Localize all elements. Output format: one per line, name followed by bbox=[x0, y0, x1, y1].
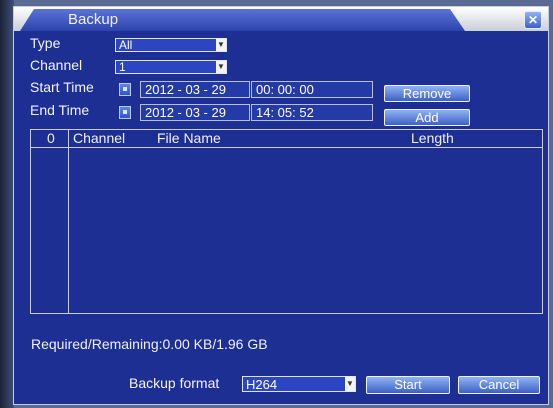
add-button[interactable]: Add bbox=[384, 109, 470, 126]
end-time-label: End Time bbox=[30, 102, 90, 118]
channel-select[interactable]: 1 ▼ bbox=[115, 60, 227, 74]
backup-file-table[interactable]: 0 Channel File Name Length bbox=[30, 129, 543, 314]
chevron-down-icon: ▼ bbox=[216, 39, 226, 51]
channel-value: 1 bbox=[119, 60, 126, 74]
storage-status: Required/Remaining:0.00 KB/1.96 GB bbox=[31, 336, 268, 352]
cancel-button[interactable]: Cancel bbox=[458, 376, 540, 394]
column-header-file-name: File Name bbox=[157, 130, 221, 146]
type-select[interactable]: All ▼ bbox=[115, 38, 227, 52]
column-header-channel: Channel bbox=[73, 130, 126, 146]
backup-format-select[interactable]: H264 ▼ bbox=[242, 376, 356, 392]
chevron-down-icon: ▼ bbox=[345, 377, 355, 391]
type-label: Type bbox=[30, 35, 61, 51]
left-frame-edge bbox=[0, 0, 14, 408]
column-divider bbox=[68, 130, 69, 313]
end-time-field[interactable]: 14: 05: 52 bbox=[251, 104, 373, 121]
end-date-field[interactable]: 2012 - 03 - 29 bbox=[140, 104, 250, 121]
close-icon[interactable]: ✕ bbox=[524, 11, 542, 29]
calendar-icon[interactable] bbox=[119, 106, 131, 119]
column-header-length: Length bbox=[411, 130, 454, 146]
remove-button[interactable]: Remove bbox=[384, 85, 470, 102]
start-time-label: Start Time bbox=[30, 79, 94, 95]
start-date-field[interactable]: 2012 - 03 - 29 bbox=[140, 81, 250, 98]
column-header-index: 0 bbox=[47, 130, 55, 146]
title-bar: Backup ✕ bbox=[14, 7, 548, 31]
type-value: All bbox=[119, 38, 133, 52]
backup-format-label: Backup format bbox=[129, 375, 220, 391]
start-time-field[interactable]: 00: 00: 00 bbox=[251, 81, 373, 98]
dialog-title: Backup bbox=[68, 11, 119, 28]
channel-label: Channel bbox=[30, 57, 83, 73]
start-button[interactable]: Start bbox=[366, 376, 450, 394]
calendar-icon[interactable] bbox=[119, 83, 131, 96]
backup-format-value: H264 bbox=[246, 377, 278, 392]
backup-dialog: Backup ✕ Type All ▼ Channel 1 ▼ Start Ti… bbox=[13, 6, 549, 405]
chevron-down-icon: ▼ bbox=[216, 61, 226, 73]
table-header: 0 Channel File Name Length bbox=[31, 130, 542, 148]
